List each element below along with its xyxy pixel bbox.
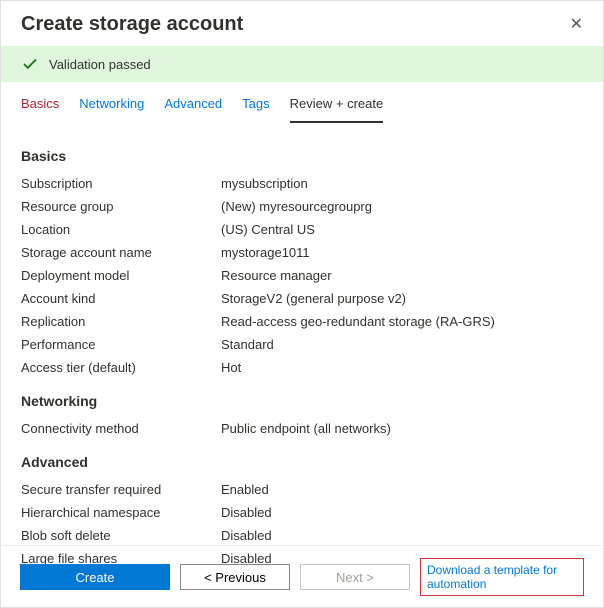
label: Location <box>21 222 221 237</box>
label: Replication <box>21 314 221 329</box>
label: Blob soft delete <box>21 528 221 543</box>
tab-bar: Basics Networking Advanced Tags Review +… <box>1 82 603 124</box>
footer-bar: Create < Previous Next > Download a temp… <box>0 545 604 608</box>
label: Connectivity method <box>21 421 221 436</box>
previous-button[interactable]: < Previous <box>180 564 290 590</box>
value: Read-access geo-redundant storage (RA-GR… <box>221 314 495 329</box>
create-button[interactable]: Create <box>20 564 170 590</box>
value: StorageV2 (general purpose v2) <box>221 291 406 306</box>
row-access-tier: Access tier (default)Hot <box>21 356 583 379</box>
label: Hierarchical namespace <box>21 505 221 520</box>
tab-tags[interactable]: Tags <box>242 96 269 123</box>
close-icon[interactable]: ✕ <box>570 17 583 33</box>
value: mysubscription <box>221 176 308 191</box>
label: Resource group <box>21 199 221 214</box>
validation-banner: Validation passed <box>1 46 603 82</box>
row-blob-soft-delete: Blob soft deleteDisabled <box>21 524 583 547</box>
value: Enabled <box>221 482 269 497</box>
label: Secure transfer required <box>21 482 221 497</box>
row-connectivity: Connectivity methodPublic endpoint (all … <box>21 417 583 440</box>
label: Deployment model <box>21 268 221 283</box>
value: Hot <box>221 360 241 375</box>
row-hierarchical-namespace: Hierarchical namespaceDisabled <box>21 501 583 524</box>
row-resource-group: Resource group(New) myresourcegrouprg <box>21 195 583 218</box>
value: (New) myresourcegrouprg <box>221 199 372 214</box>
label: Performance <box>21 337 221 352</box>
validation-message: Validation passed <box>49 57 151 72</box>
value: (US) Central US <box>221 222 315 237</box>
row-storage-name: Storage account namemystorage1011 <box>21 241 583 264</box>
value: Disabled <box>221 528 272 543</box>
page-title: Create storage account <box>21 13 243 36</box>
label: Subscription <box>21 176 221 191</box>
review-content: Basics Subscriptionmysubscription Resour… <box>1 124 603 570</box>
section-title-basics: Basics <box>21 148 583 164</box>
download-template-link[interactable]: Download a template for automation <box>420 558 584 596</box>
tab-networking[interactable]: Networking <box>79 96 144 123</box>
checkmark-icon <box>21 55 39 73</box>
row-performance: PerformanceStandard <box>21 333 583 356</box>
value: Resource manager <box>221 268 332 283</box>
value: Disabled <box>221 505 272 520</box>
tab-review-create[interactable]: Review + create <box>290 96 384 123</box>
row-secure-transfer: Secure transfer requiredEnabled <box>21 478 583 501</box>
row-subscription: Subscriptionmysubscription <box>21 172 583 195</box>
tab-basics[interactable]: Basics <box>21 96 59 123</box>
value: Public endpoint (all networks) <box>221 421 391 436</box>
panel-header: Create storage account ✕ <box>1 1 603 46</box>
row-replication: ReplicationRead-access geo-redundant sto… <box>21 310 583 333</box>
row-location: Location(US) Central US <box>21 218 583 241</box>
section-title-networking: Networking <box>21 393 583 409</box>
label: Account kind <box>21 291 221 306</box>
section-title-advanced: Advanced <box>21 454 583 470</box>
tab-advanced[interactable]: Advanced <box>164 96 222 123</box>
label: Access tier (default) <box>21 360 221 375</box>
value: Standard <box>221 337 274 352</box>
next-button: Next > <box>300 564 410 590</box>
row-account-kind: Account kindStorageV2 (general purpose v… <box>21 287 583 310</box>
label: Storage account name <box>21 245 221 260</box>
row-deployment-model: Deployment modelResource manager <box>21 264 583 287</box>
value: mystorage1011 <box>221 245 310 260</box>
